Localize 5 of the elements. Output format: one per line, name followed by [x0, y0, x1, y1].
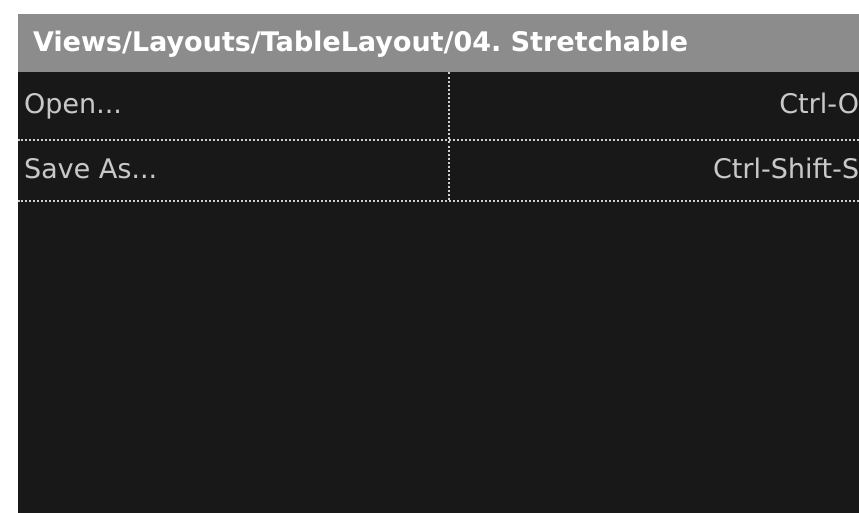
menu-label: Save As... [24, 153, 158, 188]
shortcut-label: Ctrl-Shift-S [712, 153, 859, 188]
window-title: Views/Layouts/TableLayout/04. Stretchable [33, 26, 688, 60]
menu-label: Open... [24, 88, 122, 122]
shortcut-label: Ctrl-O [779, 88, 859, 122]
